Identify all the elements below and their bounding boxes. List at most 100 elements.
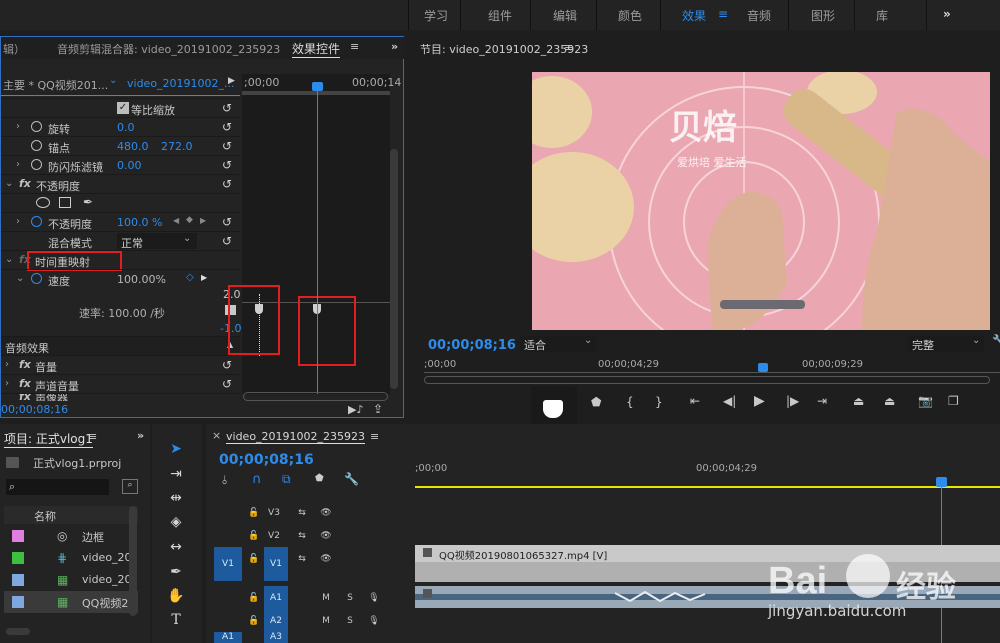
next-keyframe-icon[interactable]: ▶	[200, 216, 206, 225]
more-panels-button[interactable]: »	[391, 40, 398, 53]
source-label[interactable]: 主要 * QQ视频201...	[3, 77, 108, 93]
microphone-icon[interactable]: 🎙	[364, 590, 384, 606]
lock-icon[interactable]: 🔓	[244, 613, 264, 629]
linked-selection-icon[interactable]: ⧉	[282, 472, 291, 487]
lock-icon[interactable]: 🔓	[244, 590, 264, 606]
tab-menu-icon[interactable]: ≡	[718, 7, 728, 21]
rectangle-mask-icon[interactable]	[59, 197, 71, 208]
mark-out-icon[interactable]: }	[655, 395, 663, 409]
nest-icon[interactable]: ⫰	[222, 473, 227, 488]
reset-icon[interactable]: ↺	[222, 139, 232, 153]
camera-icon[interactable]: 📷	[918, 394, 933, 408]
program-zoom-scrollbar[interactable]	[424, 376, 990, 384]
wrench-icon[interactable]: 🔧	[344, 472, 359, 486]
uniform-scale-checkbox[interactable]: ✓	[117, 102, 129, 114]
find-icon[interactable]: ⌕	[122, 479, 138, 494]
anchor-y-value[interactable]: 272.0	[161, 140, 193, 153]
label-color-chip[interactable]	[12, 530, 24, 542]
stopwatch-icon[interactable]	[31, 140, 42, 151]
play-audio-icon[interactable]: ▶♪	[348, 403, 363, 416]
anti-flicker-value[interactable]: 0.00	[117, 159, 142, 172]
sync-lock-icon[interactable]: ⇆	[292, 551, 312, 567]
reset-icon[interactable]: ↺	[222, 358, 232, 372]
track-label[interactable]: A2	[264, 609, 288, 633]
work-area-bar[interactable]	[415, 486, 1000, 488]
tab-libraries[interactable]: 库	[876, 7, 888, 24]
panel-menu-icon[interactable]: ≡	[564, 41, 573, 54]
track-label[interactable]: A3	[264, 632, 288, 643]
play-only-icon[interactable]: ▶	[228, 76, 235, 86]
source-patch-a1[interactable]: A1	[214, 632, 242, 643]
go-to-in-icon[interactable]: ⇤	[690, 394, 700, 408]
sync-lock-icon[interactable]: ⇆	[292, 505, 312, 521]
program-playhead[interactable]	[758, 363, 769, 372]
timecode-display[interactable]: 00;00;08;16	[1, 403, 68, 416]
mute-button[interactable]: M	[316, 613, 336, 629]
tab-audio[interactable]: 音频	[747, 7, 771, 24]
tab-graphics[interactable]: 图形	[811, 7, 835, 24]
track-label[interactable]: A1	[264, 586, 288, 610]
chevron-down-icon[interactable]: ⌄	[5, 178, 13, 189]
pen-tool-icon[interactable]: ✒	[165, 564, 187, 584]
ellipse-mask-icon[interactable]	[36, 197, 50, 208]
lock-icon[interactable]: 🔓	[244, 505, 264, 521]
sequence-tab[interactable]: video_20191002_235923	[226, 430, 366, 444]
razor-tool-icon[interactable]: ◈	[165, 514, 187, 534]
horizontal-scrollbar[interactable]	[243, 392, 388, 401]
sequence-timecode[interactable]: 00;00;08;16	[219, 452, 314, 468]
reset-icon[interactable]: ↺	[222, 120, 232, 134]
track-label[interactable]: V1	[264, 547, 288, 581]
ripple-edit-tool-icon[interactable]: ⇹	[165, 490, 187, 510]
type-tool-icon[interactable]: T	[165, 612, 187, 632]
source-patch-v1[interactable]: V1	[214, 547, 242, 581]
panel-menu-icon[interactable]: ≡	[88, 430, 97, 443]
chevron-right-icon[interactable]: ›	[16, 216, 20, 227]
lift-icon[interactable]: ⏏	[853, 394, 864, 408]
chevron-down-icon[interactable]: ⌄	[5, 254, 13, 265]
blend-mode-select[interactable]: 正常 ⌄	[117, 233, 197, 250]
stopwatch-icon[interactable]	[31, 216, 42, 227]
label-color-chip[interactable]	[12, 552, 24, 564]
slip-tool-icon[interactable]: ↔	[165, 539, 187, 559]
vertical-scrollbar[interactable]	[129, 506, 137, 616]
horizontal-scrollbar[interactable]	[6, 628, 30, 635]
extract-icon[interactable]: ⏏	[884, 394, 895, 408]
chevron-right-icon[interactable]: ›	[16, 121, 20, 132]
mute-button[interactable]: M	[316, 590, 336, 606]
stopwatch-icon[interactable]	[31, 159, 42, 170]
more-workspaces-button[interactable]: »	[943, 7, 951, 21]
fx-icon[interactable]: fx	[19, 177, 31, 190]
lock-icon[interactable]: 🔓	[244, 551, 264, 567]
go-to-out-icon[interactable]: ⇥	[817, 394, 827, 408]
stopwatch-icon[interactable]	[31, 273, 42, 284]
next-keyframe-icon[interactable]: ▶	[201, 273, 207, 282]
tab-effects[interactable]: 效果	[682, 7, 706, 24]
speed-value[interactable]: 100.00%	[117, 273, 166, 286]
mark-in-icon[interactable]: {	[626, 395, 634, 409]
reset-icon[interactable]: ↺	[222, 101, 232, 115]
hand-tool-icon[interactable]: ✋	[165, 588, 187, 608]
reset-icon[interactable]: ↺	[222, 215, 232, 229]
reset-icon[interactable]: ↺	[222, 377, 232, 391]
tab-previous[interactable]: 辑）	[3, 41, 25, 57]
reset-icon[interactable]: ↺	[222, 177, 232, 191]
label-color-chip[interactable]	[12, 574, 24, 586]
quality-select[interactable]: 完整 ⌄	[908, 335, 984, 352]
tab-color[interactable]: 颜色	[618, 7, 642, 24]
eye-icon[interactable]: 👁	[316, 551, 336, 567]
keyframe-area[interactable]: ;00;00 00;00;14	[228, 74, 401, 394]
anchor-x-value[interactable]: 480.0	[117, 140, 149, 153]
sync-lock-icon[interactable]: ⇆	[292, 528, 312, 544]
playhead-handle[interactable]	[312, 82, 323, 91]
compare-icon[interactable]: ❐	[948, 394, 959, 408]
fx-icon[interactable]: fx	[19, 358, 31, 371]
fx-icon[interactable]: fx	[19, 394, 31, 401]
close-tab-icon[interactable]: ×	[212, 429, 221, 442]
list-item[interactable]: ◎ 边框	[4, 525, 138, 547]
program-ruler[interactable]	[424, 372, 1000, 373]
solo-button[interactable]: S	[340, 590, 360, 606]
label-color-chip[interactable]	[12, 596, 24, 608]
program-title[interactable]: 节目: video_20191002_235923	[420, 41, 588, 57]
pen-mask-icon[interactable]: ✒	[83, 195, 93, 209]
program-timecode[interactable]: 00;00;08;16	[428, 338, 516, 353]
